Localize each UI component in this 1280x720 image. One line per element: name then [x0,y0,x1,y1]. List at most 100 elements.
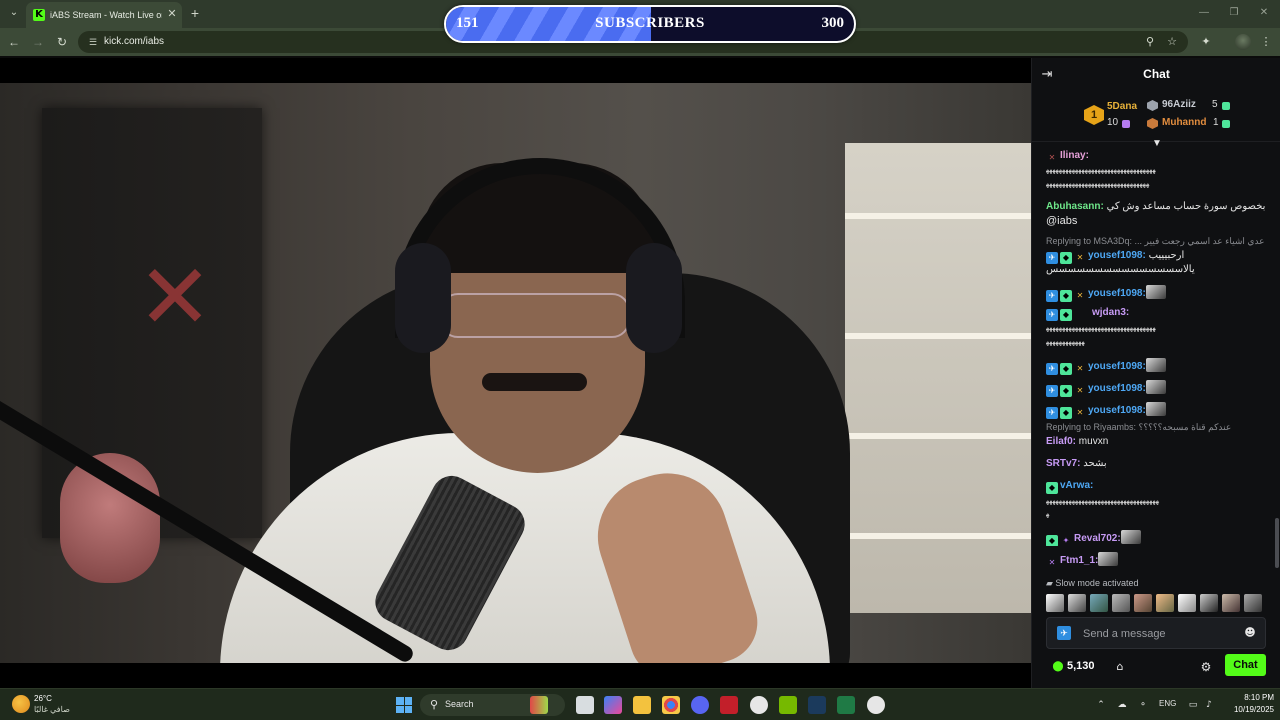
chat-username[interactable]: Ftm1_1: [1060,555,1098,566]
quick-emote[interactable] [1200,594,1218,612]
quick-emote[interactable] [1178,594,1196,612]
onedrive-icon[interactable]: ☁ [1115,698,1129,712]
chat-message[interactable]: ✈ ◆ wjdan3: [1046,306,1266,321]
bookmark-star-icon[interactable]: ☆ [1165,35,1179,49]
quick-emote[interactable] [1046,594,1064,612]
chat-username[interactable]: yousef1098: [1088,405,1146,416]
quick-emote[interactable] [1222,594,1240,612]
tray-overflow-icon[interactable]: ⌃ [1094,698,1108,712]
quick-emote[interactable] [1112,594,1130,612]
chat-input-box[interactable]: ✈ ☻ [1046,617,1266,649]
chat-username[interactable]: yousef1098: [1088,288,1146,299]
volume-icon[interactable]: ♪ [1202,698,1216,712]
windows-start-icon[interactable] [396,697,412,713]
chat-message[interactable]: ✈ ◆ ✕ yousef1098: [1046,358,1266,375]
reply-context[interactable]: Replying to MSA3Dq: ... عدي اشياء عد اسم… [1046,236,1268,247]
reload-icon[interactable]: ↻ [54,34,70,50]
quick-emote[interactable] [1156,594,1174,612]
clock-time[interactable]: 8:10 PM [1222,693,1274,702]
restore-icon[interactable]: ❐ [1226,6,1242,20]
store-icon[interactable]: ⌂ [1113,660,1127,674]
stream-video-frame[interactable]: ✕ [0,83,1031,663]
leaderboard-second-name[interactable]: 96Aziiz [1162,99,1196,110]
steam-icon[interactable] [808,696,826,714]
menu-kebab-icon[interactable]: ⋮ [1258,34,1274,50]
chat-scrollbar[interactable] [1275,518,1279,568]
minimize-icon[interactable]: — [1196,6,1212,20]
excel-icon[interactable] [837,696,855,714]
send-chat-button[interactable]: Chat [1225,654,1266,676]
chat-username[interactable]: yousef1098: [1088,383,1146,394]
taskbar-search[interactable]: ⚲ Search [420,694,565,716]
identity-badge-icon[interactable]: ✈ [1057,626,1071,640]
new-tab-icon[interactable]: + [187,5,203,21]
chat-message[interactable]: Abuhasann: بخصوص سورة حساب مساعد وش كي [1046,200,1266,213]
forward-icon[interactable]: → [30,34,46,50]
close-window-icon[interactable]: ✕ [1256,6,1272,20]
leaderboard-third-name[interactable]: Muhannd [1162,117,1206,128]
chat-username[interactable]: yousef1098: [1088,250,1146,261]
quick-emote[interactable] [1090,594,1108,612]
chat-username[interactable]: SRTv7: [1046,458,1080,469]
obs-icon[interactable] [750,696,768,714]
channel-points-icon[interactable]: ⬤ [1052,661,1064,673]
leaderboard-first-name[interactable]: 5Dana [1107,101,1137,112]
quick-emote[interactable] [1244,594,1262,612]
tab-search-icon[interactable]: ⌄ [6,5,22,21]
reply-context[interactable]: Replying to Riyaambs: عندكم قناة مسبحه؟؟… [1046,422,1268,433]
settings-gear-icon[interactable]: ⚙ [1199,660,1213,674]
browser-tab[interactable]: K iABS Stream - Watch Live on Kick ✕ [26,2,182,28]
chat-username[interactable]: vArwa: [1060,480,1093,491]
network-icon[interactable]: ▭ [1186,698,1200,712]
weather-temperature[interactable]: 26°C [34,694,52,703]
copilot-icon[interactable] [604,696,622,714]
chat-username[interactable]: wjdan3: [1092,307,1129,318]
chat-message[interactable]: ✈ ◆ ✕ yousef1098: [1046,402,1266,419]
quick-emote[interactable] [1068,594,1086,612]
back-icon[interactable]: ← [6,34,22,50]
chat-username[interactable]: Ilinay: [1060,150,1089,161]
kick-favicon-icon: K [33,9,45,21]
language-indicator[interactable]: ENG [1159,699,1176,708]
chat-message[interactable]: ◆ ✦ Reval702: [1046,530,1266,546]
chat-message[interactable]: ✕ Ilinay: [1046,149,1266,164]
quick-emote-bar [1046,594,1268,612]
profile-avatar[interactable] [1235,34,1251,50]
clock-date[interactable]: 10/19/2025 [1218,705,1274,714]
emoji-icon[interactable]: ☻ [1243,626,1257,640]
chat-message[interactable]: ✕ Ftm1_1: [1046,552,1266,570]
chat-message[interactable]: ◆ vArwa: [1046,479,1266,494]
chat-message[interactable]: Eilaf0: muvxn [1046,435,1266,448]
chat-message[interactable]: ✈ ◆ ✕ yousef1098: [1046,380,1266,397]
subscriber-badge-icon: ◆ [1060,309,1072,321]
discord-icon[interactable] [691,696,709,714]
channel-points-value[interactable]: 5,130 [1067,660,1095,672]
chat-username[interactable]: yousef1098: [1088,361,1146,372]
netflix-icon[interactable] [720,696,738,714]
site-info-icon[interactable]: ☰ [86,35,100,49]
microphone-icon[interactable]: ⚬ [1136,698,1150,712]
url-text[interactable]: kick.com/iabs [104,35,164,49]
chat-message-input[interactable] [1083,626,1233,642]
nvidia-icon[interactable] [779,696,797,714]
chat-username[interactable]: Eilaf0: [1046,436,1076,447]
weather-description[interactable]: صافي غالبًا [34,705,70,714]
chrome-icon[interactable] [662,696,680,714]
gift-leaderboard[interactable]: 1 5Dana 10 96Aziiz 5 Muhannd 1 [1032,90,1280,142]
extensions-icon[interactable]: ✦ [1198,34,1214,50]
chat-username[interactable]: Reval702: [1074,533,1121,544]
weather-icon[interactable] [12,695,30,713]
chat-message[interactable]: ✈ ◆ ✕ yousef1098: ارحبيييب [1046,249,1266,264]
chat-message[interactable]: ✈ ◆ ✕ yousef1098: [1046,285,1266,302]
chat-message-list[interactable]: ✕ Ilinay: ﻬﻬﻬﻬﻬﻬﻬﻬﻬﻬﻬﻬﻬﻬﻬﻬﻬﻬﻬﻬﻬﻬﻬﻬﻬﻬﻬﻬﻬﻬﻬ… [1032,146,1280,586]
chat-username[interactable]: Abuhasann: [1046,201,1104,212]
quick-emote[interactable] [1134,594,1152,612]
recording-app-icon[interactable] [867,696,885,714]
file-explorer-icon[interactable] [633,696,651,714]
video-player[interactable]: ✕ [0,58,1031,688]
chat-message[interactable]: SRTv7: بشحد [1046,457,1266,470]
tab-close-icon[interactable]: ✕ [165,7,179,21]
streamer-mustache [482,373,587,391]
task-view-icon[interactable] [576,696,594,714]
zoom-icon[interactable]: ⚲ [1143,35,1157,49]
